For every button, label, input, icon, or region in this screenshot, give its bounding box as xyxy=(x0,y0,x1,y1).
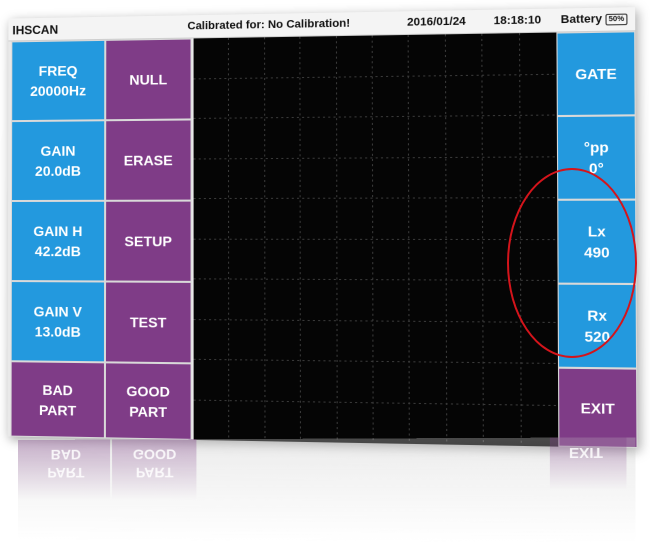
gain-v-label: GAIN V xyxy=(33,303,82,320)
app-name: IHSCAN xyxy=(12,22,59,38)
gain-value: 20.0dB xyxy=(34,162,81,179)
battery-level-badge: 50% xyxy=(605,13,628,26)
gain-h-value: 42.2dB xyxy=(34,243,81,260)
exit-reflection-text: EXIT xyxy=(559,444,614,463)
gain-label: GAIN xyxy=(40,142,76,159)
annotation-circle xyxy=(507,168,637,358)
time-display: 18:18:10 xyxy=(493,14,542,28)
grid-line-horizontal xyxy=(194,400,559,405)
bad-part-button[interactable]: BAD PART xyxy=(10,361,105,439)
gate-button[interactable]: GATE xyxy=(556,31,636,117)
grid-line-horizontal xyxy=(194,115,557,118)
device-reflection: PART BAD PART GOOD EXIT xyxy=(18,437,636,543)
bad-part-reflection-label: BAD xyxy=(50,446,82,463)
freq-button[interactable]: FREQ 20000Hz xyxy=(11,39,106,122)
bad-part-label: BAD xyxy=(42,381,73,398)
freq-value: 20000Hz xyxy=(30,82,87,99)
bad-part-value: PART xyxy=(38,401,77,419)
display-grid xyxy=(194,33,559,447)
gate-label: GATE xyxy=(575,65,617,83)
gain-v-value: 13.0dB xyxy=(34,323,81,340)
null-label: NULL xyxy=(129,71,168,88)
grid-line-horizontal xyxy=(194,320,558,323)
grid-line-horizontal xyxy=(194,157,557,159)
test-button[interactable]: TEST xyxy=(104,281,192,364)
gain-h-label: GAIN H xyxy=(33,222,83,240)
grid-line-horizontal xyxy=(194,359,558,363)
calibration-status: Calibrated for: No Calibration! xyxy=(187,17,351,33)
exit-label: EXIT xyxy=(580,399,615,417)
good-part-reflection-text: PART GOOD xyxy=(122,445,187,482)
erase-label: ERASE xyxy=(123,152,173,169)
erase-button[interactable]: ERASE xyxy=(105,119,192,201)
good-part-value: PART xyxy=(129,402,168,420)
bad-part-reflection-text: PART BAD xyxy=(36,446,96,482)
grid-line-horizontal xyxy=(194,198,558,199)
bad-part-reflection-value: PART xyxy=(47,464,85,481)
phase-pp-label: °pp xyxy=(583,138,609,156)
battery-label: Battery xyxy=(560,12,603,27)
battery-indicator: Battery 50% xyxy=(560,12,628,27)
gain-button[interactable]: GAIN 20.0dB xyxy=(11,120,106,202)
good-part-reflection-label: GOOD xyxy=(132,446,177,463)
grid-line-vertical xyxy=(300,37,301,442)
null-button[interactable]: NULL xyxy=(105,38,192,121)
exit-button[interactable]: EXIT xyxy=(557,367,638,449)
good-part-button[interactable]: GOOD PART xyxy=(104,362,192,440)
freq-label: FREQ xyxy=(38,62,78,79)
date-display: 2016/01/24 xyxy=(407,15,466,29)
gain-h-button[interactable]: GAIN H 42.2dB xyxy=(10,200,106,282)
good-part-label: GOOD xyxy=(126,382,170,400)
grid-line-vertical xyxy=(336,36,337,442)
setup-button[interactable]: SETUP xyxy=(105,200,192,282)
good-part-reflection-value: PART xyxy=(135,464,174,481)
gain-v-button[interactable]: GAIN V 13.0dB xyxy=(10,281,106,363)
setup-label: SETUP xyxy=(124,233,172,250)
grid-line-horizontal xyxy=(194,74,557,79)
exit-reflection-label: EXIT xyxy=(568,444,603,462)
grid-line-horizontal xyxy=(194,279,558,281)
impedance-plane-display xyxy=(194,33,559,447)
test-label: TEST xyxy=(129,314,167,331)
